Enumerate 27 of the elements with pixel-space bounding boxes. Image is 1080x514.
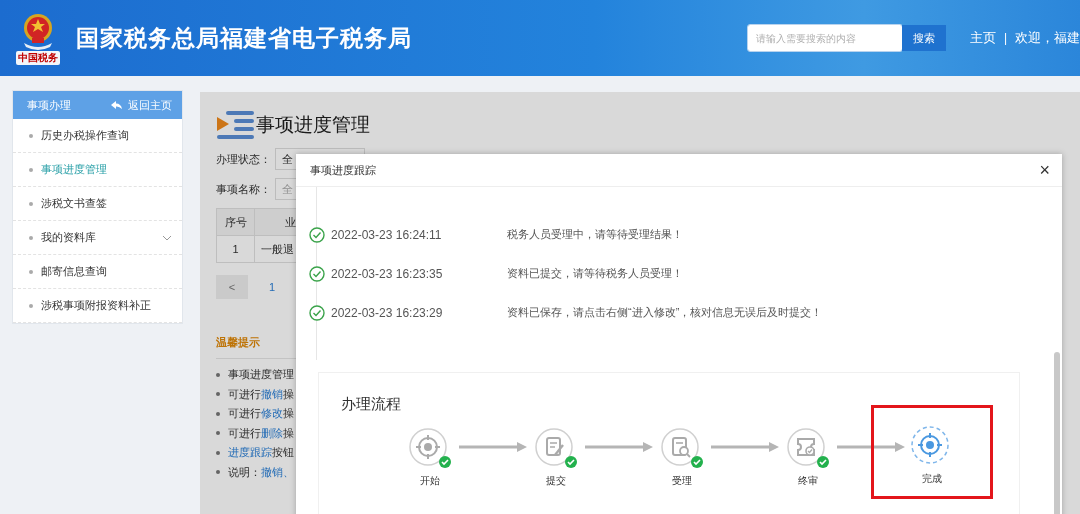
step-label: 受理: [672, 474, 692, 488]
flow-title: 办理流程: [341, 395, 402, 414]
timeline-message: 税务人员受理中，请等待受理结果！: [507, 227, 683, 242]
timeline-time: 2022-03-23 16:23:29: [331, 305, 444, 320]
tip-text: 事项进度管理: [228, 367, 294, 383]
step-label: 提交: [546, 474, 566, 488]
tip-text: 可进行修改操: [228, 406, 294, 422]
separator: |: [1003, 31, 1007, 45]
tip-text: 可进行撤销操: [228, 386, 294, 402]
dialog-title: 事项进度跟踪: [310, 162, 376, 178]
site-title: 国家税务总局福建省电子税务局: [76, 23, 413, 53]
timeline-time: 2022-03-23 16:23:35: [331, 266, 444, 281]
page-title: 事项进度管理: [256, 113, 370, 137]
tip-text: 进度跟踪按钮: [228, 445, 294, 461]
timeline-message: 资料已提交，请等待税务人员受理！: [507, 266, 683, 281]
step-label: 开始: [420, 474, 440, 488]
tip-text: 说明：撤销、: [228, 464, 294, 480]
timeline-message: 资料已保存，请点击右侧“进入修改”，核对信息无误后及时提交！: [507, 305, 823, 320]
tip-text: 可进行删除操: [228, 425, 294, 441]
table-cell: 1: [216, 235, 255, 263]
column-header: 序号: [216, 208, 255, 236]
logo-text: 中国税务: [16, 51, 60, 65]
step-label: 完成: [922, 472, 942, 486]
sidebar-title: 事项办理: [27, 97, 71, 113]
filter-label: 事项名称：: [216, 181, 271, 197]
step-label: 终审: [798, 474, 818, 488]
filter-label: 办理状态：: [216, 151, 271, 167]
